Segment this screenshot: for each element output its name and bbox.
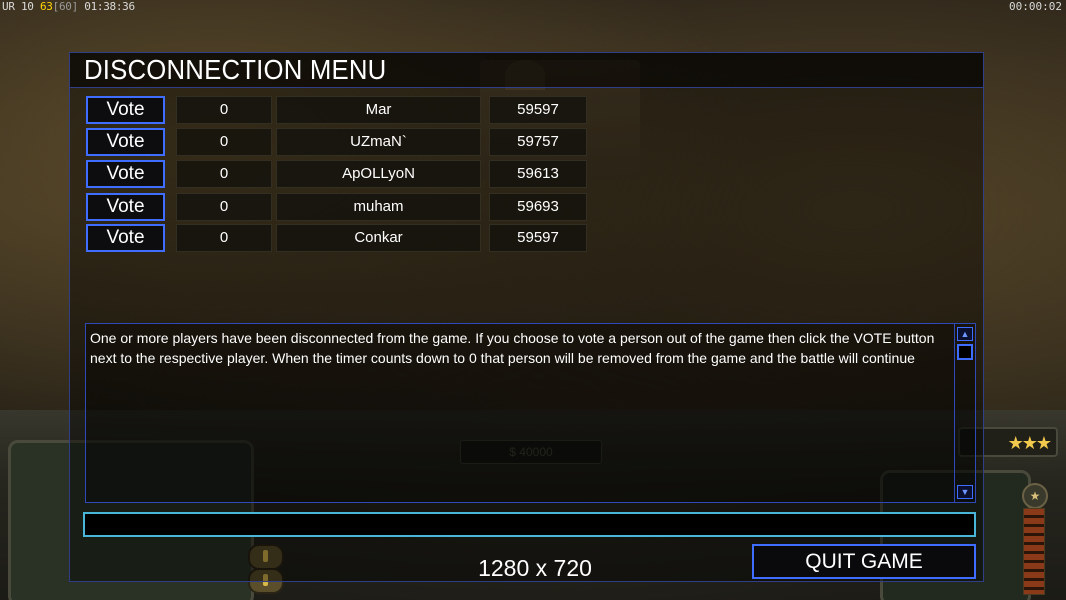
dialog-title: DISCONNECTION MENU [84, 54, 387, 85]
dialog-header: DISCONNECTION MENU [70, 53, 983, 88]
disconnection-dialog: DISCONNECTION MENU Vote 0 Mar 59597 Vote… [69, 52, 984, 582]
player-ping: 59597 [489, 224, 587, 252]
player-name: UZmaN` [276, 128, 481, 156]
player-name: Mar [276, 96, 481, 124]
vote-timer: 0 [176, 96, 272, 124]
performance-readout: UR 10 63[60] 01:38:36 [2, 0, 135, 13]
player-row: Vote 0 muham 59693 [86, 193, 591, 221]
player-row: Vote 0 UZmaN` 59757 [86, 128, 591, 156]
vote-button[interactable]: Vote [86, 160, 165, 188]
power-meter [1023, 508, 1045, 595]
disconnect-message: One or more players have been disconnect… [90, 330, 935, 366]
message-scrollbar[interactable]: ▲ ▼ [954, 324, 975, 502]
ur-value: 10 [20, 0, 34, 13]
ur-label: UR [2, 0, 15, 13]
fps-cap: [60] [52, 0, 79, 13]
vote-timer: 0 [176, 128, 272, 156]
real-clock: 00:00:02 [1009, 0, 1062, 13]
player-ping: 59597 [489, 96, 587, 124]
player-row: Vote 0 Conkar 59597 [86, 224, 591, 252]
vote-timer: 0 [176, 160, 272, 188]
vote-button[interactable]: Vote [86, 128, 165, 156]
game-clock: 01:38:36 [84, 0, 135, 13]
triangle-up-icon[interactable]: ▲ [957, 327, 973, 341]
player-row: Vote 0 Mar 59597 [86, 96, 591, 124]
player-ping: 59693 [489, 193, 587, 221]
fps-value: 63 [39, 0, 53, 13]
player-name: muham [276, 193, 481, 221]
message-box: One or more players have been disconnect… [85, 323, 976, 503]
player-row: Vote 0 ApOLLyoN 59613 [86, 160, 591, 188]
player-ping: 59613 [489, 160, 587, 188]
quit-game-button[interactable]: QUIT GAME [752, 544, 976, 579]
scroll-thumb[interactable] [957, 344, 973, 360]
vote-button[interactable]: Vote [86, 193, 165, 221]
triangle-down-icon[interactable]: ▼ [957, 485, 973, 499]
resolution-label: 1280 x 720 [478, 555, 592, 581]
player-name: Conkar [276, 224, 481, 252]
vote-button[interactable]: Vote [86, 96, 165, 124]
player-name: ApOLLyoN [276, 160, 481, 188]
vote-timer: 0 [176, 224, 272, 252]
player-ping: 59757 [489, 128, 587, 156]
vote-button[interactable]: Vote [86, 224, 165, 252]
star-icon: ★ [1022, 483, 1048, 509]
vote-timer: 0 [176, 193, 272, 221]
chat-input[interactable] [83, 512, 976, 537]
